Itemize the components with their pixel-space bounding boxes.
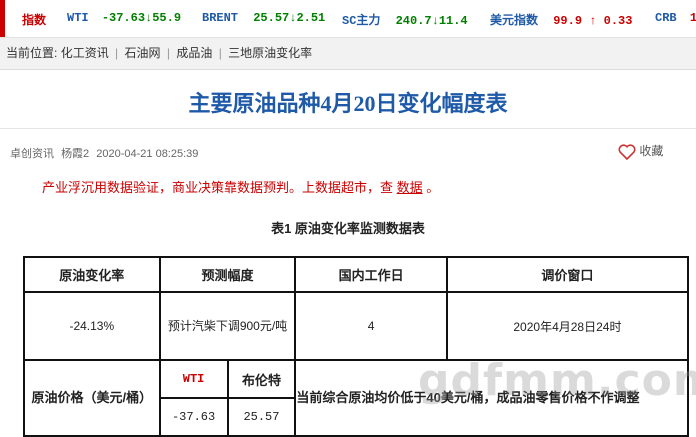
breadcrumb: 当前位置: 化工资讯 | 石油网 | 成品油 | 三地原油变化率: [0, 38, 696, 70]
ticker-item-wti[interactable]: WTI -37.63↓55.9: [67, 11, 181, 25]
table-row: 原油价格（美元/桶） WTI 布伦特 当前综合原油均价低于40美元/桶，成品油零…: [23, 359, 689, 437]
ticker-label: 指数: [22, 13, 47, 27]
breadcrumb-item-oil[interactable]: 石油网: [125, 46, 161, 60]
divider: [0, 128, 696, 129]
promo-text: 产业浮沉用数据验证，商业决策靠数据预判。上数据超市，查 数据 。: [42, 180, 440, 195]
table-cell: -24.13%: [23, 291, 161, 361]
article-meta: 卓创资讯 杨霞2 2020-04-21 08:25:39: [10, 145, 198, 161]
table-cell: 布伦特: [226, 359, 297, 399]
ticker-item-usd-index[interactable]: 美元指数 99.9 ↑ 0.33: [490, 11, 632, 28]
table-cell: 预计汽柴下调900元/吨: [158, 291, 297, 361]
down-arrow-icon: ↓: [431, 14, 439, 28]
ticker-item-sc[interactable]: SC主力 240.7↓11.4: [342, 11, 468, 28]
heart-icon: [618, 144, 636, 160]
page-title: 主要原油品种4月20日变化幅度表: [188, 91, 508, 116]
up-arrow-icon: ↑: [589, 14, 597, 28]
favorite-label: 收藏: [639, 144, 664, 158]
data-link[interactable]: 数据: [397, 180, 423, 195]
header-cell: 原油变化率: [23, 256, 161, 293]
table-cell: 4: [294, 291, 448, 361]
ticker-accent-bar: [0, 0, 5, 37]
article-source[interactable]: 卓创资讯: [10, 148, 54, 160]
header-cell: 国内工作日: [294, 256, 448, 293]
table-cell: WTI: [158, 359, 229, 399]
table-cell: -37.63: [158, 397, 229, 437]
header-cell: 预测幅度: [158, 256, 297, 293]
article-author: 杨霞2: [61, 148, 90, 160]
breadcrumb-item-current[interactable]: 三地原油变化率: [228, 46, 312, 60]
article-datetime: 2020-04-21 08:25:39: [96, 148, 199, 160]
table-cell: 当前综合原油均价低于40美元/桶，成品油零售价格不作调整: [294, 359, 689, 437]
table-cell: 原油价格（美元/桶）: [23, 359, 161, 437]
data-table: 原油变化率 预测幅度 国内工作日 调价窗口 -24.13% 预计汽柴下调900元…: [23, 256, 690, 437]
ticker-item-crb[interactable]: CRB 1: [655, 11, 696, 25]
table-header-row: 原油变化率 预测幅度 国内工作日 调价窗口: [23, 256, 690, 293]
breadcrumb-item-chemical[interactable]: 化工资讯: [61, 46, 109, 60]
market-ticker: 指数 WTI -37.63↓55.9 BRENT 25.57↓2.51 SC主力…: [0, 0, 696, 38]
breadcrumb-item-refined[interactable]: 成品油: [176, 46, 212, 60]
ticker-item-brent[interactable]: BRENT 25.57↓2.51: [202, 11, 325, 25]
table-cell: 25.57: [226, 397, 297, 437]
table-row: -24.13% 预计汽柴下调900元/吨 4 2020年4月28日24时: [23, 291, 690, 361]
breadcrumb-prefix: 当前位置:: [6, 46, 58, 60]
table-caption: 表1 原油变化率监测数据表: [271, 221, 425, 236]
table-cell: 2020年4月28日24时: [445, 291, 690, 361]
header-cell: 调价窗口: [445, 256, 690, 293]
favorite-button[interactable]: 收藏: [618, 142, 663, 160]
